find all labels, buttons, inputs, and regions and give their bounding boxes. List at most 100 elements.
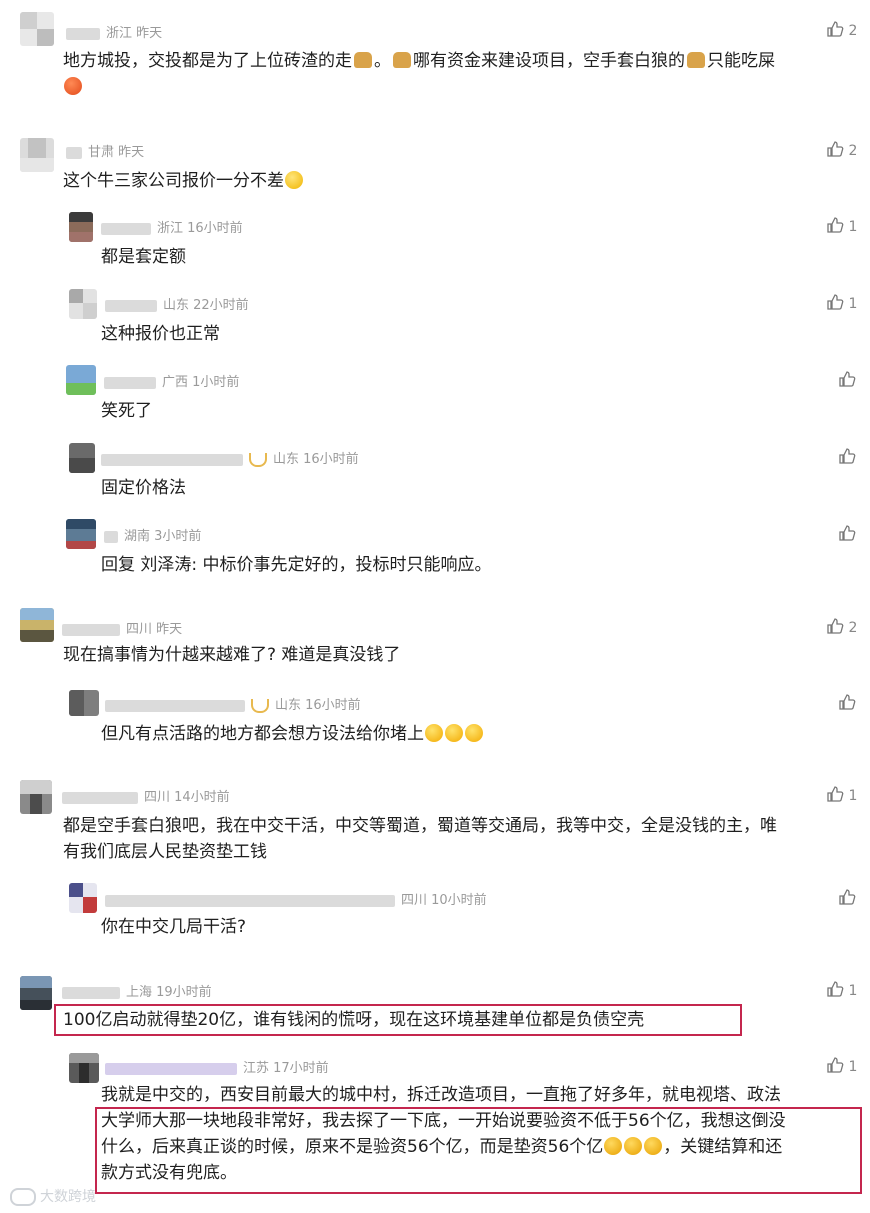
like-count: 2 bbox=[848, 620, 858, 636]
username-blurred[interactable] bbox=[66, 146, 82, 159]
dog-emoji-icon bbox=[687, 52, 705, 68]
avatar[interactable] bbox=[69, 443, 95, 473]
like-button[interactable]: 1 bbox=[826, 293, 857, 312]
like-button[interactable] bbox=[838, 524, 856, 543]
like-button[interactable] bbox=[838, 447, 856, 466]
reply: 江苏 17小时前 1 我就是中交的，西安目前最大的城中村，拆迁改造项目，一直拖了… bbox=[0, 1048, 870, 1198]
avatar[interactable] bbox=[69, 1053, 99, 1083]
avatar[interactable] bbox=[66, 519, 96, 549]
comment-text: 地方城投，交投都是为了上位砖渣的走。哪有资金来建设项目，空手套白狼的 只能吃屎 bbox=[63, 48, 863, 100]
reply-text: 固定价格法 bbox=[101, 478, 186, 498]
reply: 浙江 16小时前 1 都是套定额 bbox=[0, 208, 870, 268]
avatar[interactable] bbox=[69, 883, 97, 913]
avatar[interactable] bbox=[20, 608, 54, 642]
thumbs-up-icon bbox=[827, 21, 844, 37]
vip-badge-icon bbox=[251, 698, 269, 713]
username-blurred[interactable] bbox=[101, 453, 243, 466]
reply-text: 这种报价也正常 bbox=[101, 324, 220, 344]
like-count: 1 bbox=[848, 219, 858, 235]
thumbs-up-icon bbox=[839, 694, 856, 710]
avatar[interactable] bbox=[69, 212, 93, 242]
smile-emoji-icon bbox=[285, 171, 303, 189]
like-button[interactable] bbox=[838, 888, 856, 907]
reply-meta: 浙江 16小时前 bbox=[101, 217, 243, 236]
reply-meta: 山东 16小时前 bbox=[101, 448, 359, 467]
comment-text: 都是空手套白狼吧，我在中交干活，中交等蜀道，蜀道等交通局，我等中交，全是没钱的主… bbox=[63, 816, 777, 862]
reply-text: 回复 刘泽涛: 中标价事先定好的，投标时只能响应。 bbox=[101, 555, 492, 575]
username-blurred[interactable] bbox=[62, 791, 138, 804]
reply-text: 你在中交几局干活? bbox=[101, 917, 247, 937]
username-blurred[interactable] bbox=[101, 222, 151, 235]
like-button[interactable] bbox=[838, 370, 856, 389]
like-count: 1 bbox=[848, 1059, 858, 1075]
angry-emoji-icon bbox=[64, 77, 82, 95]
like-button[interactable]: 1 bbox=[826, 216, 857, 235]
username-blurred[interactable] bbox=[62, 623, 120, 636]
username-blurred[interactable] bbox=[105, 1062, 237, 1075]
avatar[interactable] bbox=[69, 690, 99, 716]
reply-meta: 山东 22小时前 bbox=[105, 294, 249, 313]
reply-meta: 广西 1小时前 bbox=[104, 371, 239, 390]
username-blurred[interactable] bbox=[62, 986, 120, 999]
vip-badge-icon bbox=[249, 452, 267, 467]
reply: 山东 22小时前 1 这种报价也正常 bbox=[0, 285, 870, 345]
reply-meta: 山东 16小时前 bbox=[105, 694, 361, 713]
watermark-logo-icon bbox=[10, 1188, 36, 1206]
location-time: 浙江 昨天 bbox=[106, 26, 163, 41]
reply: 四川 10小时前 你在中交几局干活? bbox=[0, 880, 870, 944]
avatar[interactable] bbox=[69, 289, 97, 319]
like-button[interactable]: 2 bbox=[826, 20, 857, 39]
like-button[interactable]: 2 bbox=[826, 140, 857, 159]
comment-meta: 四川 昨天 bbox=[62, 618, 182, 637]
thumbs-up-icon bbox=[827, 618, 844, 634]
comment: 甘肃 昨天 2 这个牛三家公司报价一分不差 bbox=[0, 130, 870, 191]
thumbs-up-icon bbox=[827, 141, 844, 157]
comment: 四川 昨天 2 现在搞事情为什越来越难了? 难道是真没钱了 bbox=[0, 605, 870, 675]
reply-text: 我就是中交的，西安目前最大的城中村，拆迁改造项目，一直拖了好多年，就电视塔、政法… bbox=[101, 1085, 786, 1183]
avatar[interactable] bbox=[20, 976, 52, 1010]
like-button[interactable]: 1 bbox=[826, 1056, 857, 1075]
thumbs-up-icon bbox=[827, 217, 844, 233]
comment-meta: 甘肃 昨天 bbox=[66, 141, 144, 160]
thumbs-up-icon bbox=[827, 294, 844, 310]
like-button[interactable]: 1 bbox=[826, 785, 857, 804]
username-blurred[interactable] bbox=[104, 530, 118, 543]
thumbs-up-icon bbox=[827, 1057, 844, 1073]
reply-text: 笑死了 bbox=[101, 401, 152, 421]
like-button[interactable] bbox=[838, 693, 856, 712]
like-count: 2 bbox=[848, 23, 858, 39]
reply-text: 但凡有点活路的地方都会想方设法给你堵上 bbox=[101, 721, 484, 747]
grin-emoji-icon bbox=[425, 724, 443, 742]
username-blurred[interactable] bbox=[105, 699, 245, 712]
reply-meta: 江苏 17小时前 bbox=[105, 1057, 329, 1076]
thumbs-up-icon bbox=[827, 786, 844, 802]
crying-laugh-emoji-icon bbox=[644, 1137, 663, 1155]
like-button[interactable]: 1 bbox=[826, 980, 857, 999]
username-blurred[interactable] bbox=[66, 27, 100, 40]
like-button[interactable]: 2 bbox=[826, 617, 857, 636]
reply-meta: 四川 10小时前 bbox=[105, 889, 487, 908]
reply-meta: 湖南 3小时前 bbox=[104, 525, 201, 544]
like-count: 2 bbox=[848, 143, 858, 159]
avatar[interactable] bbox=[66, 365, 96, 395]
dog-emoji-icon bbox=[354, 52, 372, 68]
username-blurred[interactable] bbox=[105, 299, 157, 312]
reply-text: 都是套定额 bbox=[101, 247, 186, 267]
avatar[interactable] bbox=[20, 780, 52, 814]
avatar[interactable] bbox=[20, 138, 54, 172]
grin-emoji-icon bbox=[445, 724, 463, 742]
crying-laugh-emoji-icon bbox=[604, 1137, 623, 1155]
comment: 四川 14小时前 1 都是空手套白狼吧，我在中交干活，中交等蜀道，蜀道等交通局，… bbox=[0, 776, 870, 868]
reply: 广西 1小时前 笑死了 bbox=[0, 362, 870, 422]
like-count: 1 bbox=[848, 788, 858, 804]
comment-meta: 上海 19小时前 bbox=[62, 981, 212, 1000]
avatar[interactable] bbox=[20, 12, 54, 46]
comment: 上海 19小时前 1 100亿启动就得垫20亿，谁有钱闲的慌呀，现在这环境基建单… bbox=[0, 970, 870, 1042]
reply: 山东 16小时前 固定价格法 bbox=[0, 439, 870, 499]
comment: 浙江 昨天 2 地方城投，交投都是为了上位砖渣的走。哪有资金来建设项目，空手套白… bbox=[0, 0, 870, 110]
thumbs-up-icon bbox=[839, 371, 856, 387]
grin-emoji-icon bbox=[465, 724, 483, 742]
comment-text: 这个牛三家公司报价一分不差 bbox=[63, 168, 304, 194]
username-blurred[interactable] bbox=[104, 376, 156, 389]
username-blurred[interactable] bbox=[105, 894, 395, 907]
